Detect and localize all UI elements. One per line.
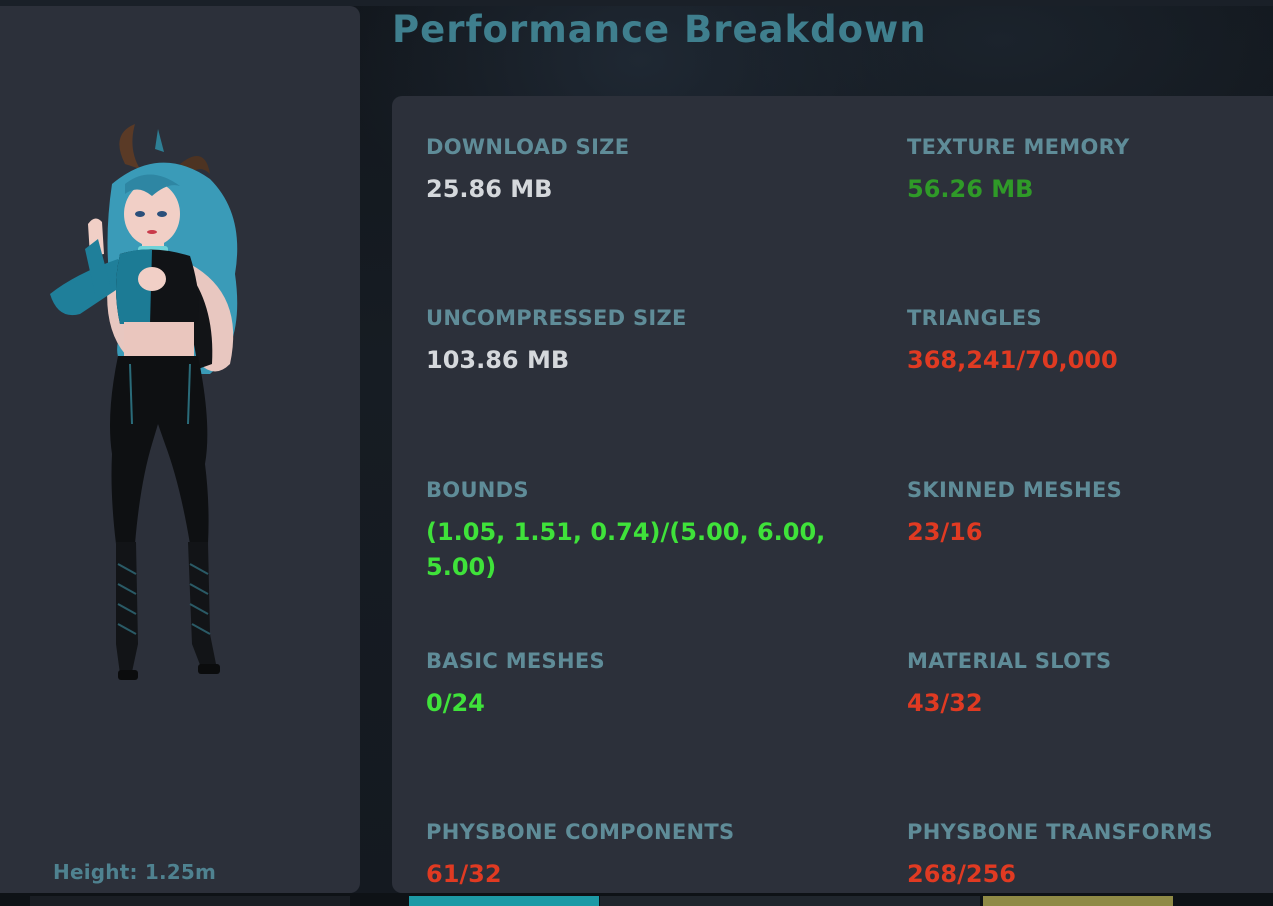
stat-value: 0/24 xyxy=(426,689,485,717)
stat-basic-meshes: BASIC MESHES 0/24 xyxy=(426,648,846,721)
stat-value: (1.05, 1.51, 0.74)/(5.00, 6.00, 5.00) xyxy=(426,518,826,581)
stat-physbone-components: PHYSBONE COMPONENTS 61/32 xyxy=(426,819,846,892)
bottom-tab[interactable] xyxy=(983,896,1173,906)
stat-value: 103.86 MB xyxy=(426,346,570,374)
bottom-tab[interactable] xyxy=(600,896,980,906)
stat-value: 23/16 xyxy=(907,518,983,546)
stat-label: TRIANGLES xyxy=(907,306,1042,330)
bottom-tab-strip xyxy=(0,893,1273,906)
stat-label: SKINNED MESHES xyxy=(907,478,1123,502)
stat-label: DOWNLOAD SIZE xyxy=(426,135,630,159)
stat-label: MATERIAL SLOTS xyxy=(907,649,1112,673)
stat-label: PHYSBONE COMPONENTS xyxy=(426,820,735,844)
performance-stats-panel: DOWNLOAD SIZE 25.86 MB TEXTURE MEMORY 56… xyxy=(392,96,1273,893)
stat-bounds: BOUNDS (1.05, 1.51, 0.74)/(5.00, 6.00, 5… xyxy=(426,477,846,585)
page-title: Performance Breakdown xyxy=(392,8,927,51)
stat-label: TEXTURE MEMORY xyxy=(907,135,1130,159)
stat-material-slots: MATERIAL SLOTS 43/32 xyxy=(907,648,1273,721)
stat-value: 368,241/70,000 xyxy=(907,346,1118,374)
avatar-preview-image xyxy=(50,124,238,680)
stat-physbone-transforms: PHYSBONE TRANSFORMS 268/256 xyxy=(907,819,1273,892)
stat-value: 56.26 MB xyxy=(907,175,1034,203)
stat-value: 268/256 xyxy=(907,860,1016,888)
stat-download-size: DOWNLOAD SIZE 25.86 MB xyxy=(426,134,846,207)
avatar-preview-panel: Height: 1.25m xyxy=(0,6,360,893)
stat-label: PHYSBONE TRANSFORMS xyxy=(907,820,1213,844)
stat-label: BOUNDS xyxy=(426,478,529,502)
stat-label: UNCOMPRESSED SIZE xyxy=(426,306,687,330)
stat-value: 25.86 MB xyxy=(426,175,553,203)
bottom-tab-active[interactable] xyxy=(409,896,599,906)
stat-triangles: TRIANGLES 368,241/70,000 xyxy=(907,305,1273,378)
avatar-height-label: Height: 1.25m xyxy=(53,860,217,884)
stat-label: BASIC MESHES xyxy=(426,649,605,673)
stat-value: 43/32 xyxy=(907,689,983,717)
bottom-tab[interactable] xyxy=(30,896,350,906)
stat-uncompressed-size: UNCOMPRESSED SIZE 103.86 MB xyxy=(426,305,846,378)
stat-value: 61/32 xyxy=(426,860,502,888)
stat-skinned-meshes: SKINNED MESHES 23/16 xyxy=(907,477,1273,550)
stat-texture-memory: TEXTURE MEMORY 56.26 MB xyxy=(907,134,1273,207)
